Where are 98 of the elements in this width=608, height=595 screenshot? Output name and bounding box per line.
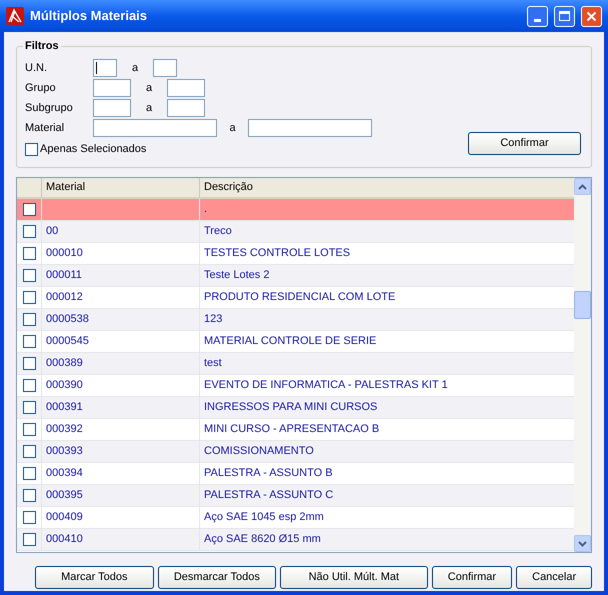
- row-checkbox[interactable]: [22, 401, 36, 414]
- row-checkbox[interactable]: [22, 203, 36, 216]
- range-separator: a: [132, 60, 138, 76]
- input-field[interactable]: [93, 79, 131, 97]
- row-checkbox[interactable]: [22, 445, 36, 458]
- minimize-button[interactable]: [527, 6, 548, 26]
- range-separator: a: [229, 120, 236, 136]
- table-row[interactable]: 0000545 MATERIAL CONTROLE DE SERIE: [17, 331, 574, 353]
- field-label: U.N.: [25, 60, 48, 76]
- scroll-thumb[interactable]: [574, 291, 591, 319]
- range-separator: a: [146, 80, 152, 96]
- table-row[interactable]: 000389 test: [17, 353, 574, 375]
- table-cell-text: 000390: [46, 378, 83, 394]
- input-field[interactable]: [93, 59, 117, 77]
- table-cell-text: 000392: [46, 422, 83, 438]
- table-row[interactable]: .: [17, 199, 574, 221]
- table-row[interactable]: 000393 COMISSIONAMENTO: [17, 441, 574, 463]
- row-checkbox[interactable]: [22, 423, 36, 436]
- table-cell-text: MATERIAL CONTROLE DE SERIE: [204, 334, 376, 350]
- table-cell-text: Aço SAE 1045 esp 2mm: [204, 510, 324, 526]
- input-field[interactable]: [167, 79, 205, 97]
- table-cell-text: Teste Lotes 2: [204, 268, 270, 284]
- table-row[interactable]: 0000538 123: [17, 309, 574, 331]
- dialog-button[interactable]: Desmarcar Todos: [158, 566, 276, 589]
- table-cell-text: PALESTRA - ASSUNTO C: [204, 488, 334, 504]
- table-row[interactable]: 000409 Aço SAE 1045 esp 2mm: [17, 507, 574, 529]
- field-label: Grupo: [25, 80, 57, 96]
- table-cell-text: EVENTO DE INFORMATICA - PALESTRAS KIT 1: [204, 378, 448, 394]
- table-cell-text: 000389: [46, 356, 83, 372]
- table-cell-text: INGRESSOS PARA MINI CURSOS: [204, 400, 378, 416]
- table-row[interactable]: 000394 PALESTRA - ASSUNTO B: [17, 463, 574, 485]
- table-cell-text: Treco: [204, 224, 232, 240]
- row-checkbox[interactable]: [22, 511, 36, 524]
- input-field[interactable]: [153, 59, 177, 77]
- dialog-button[interactable]: Cancelar: [516, 566, 592, 589]
- scroll-down-icon[interactable]: [574, 535, 591, 552]
- table-row[interactable]: 00 Treco: [17, 221, 574, 243]
- dialog-button[interactable]: Não Util. Múlt. Mat: [280, 566, 428, 589]
- table-cell-text: 123: [204, 312, 222, 328]
- table-cell-text: 000394: [46, 466, 83, 482]
- input-field[interactable]: [93, 99, 131, 117]
- table-cell-text: 000010: [46, 246, 83, 262]
- row-checkbox[interactable]: [22, 313, 36, 326]
- row-checkbox[interactable]: [22, 467, 36, 480]
- row-checkbox[interactable]: [22, 225, 36, 238]
- window-title: Múltiplos Materiais: [30, 7, 148, 26]
- table-cell-text: 000409: [46, 510, 83, 526]
- row-checkbox[interactable]: [22, 489, 36, 502]
- table-cell-text: 000410: [46, 532, 83, 548]
- dialog-button[interactable]: Marcar Todos: [35, 566, 154, 589]
- table-cell-text: TESTES CONTROLE LOTES: [204, 246, 350, 262]
- table-cell-text: test: [204, 356, 222, 372]
- table-cell-text: PRODUTO RESIDENCIAL COM LOTE: [204, 290, 396, 306]
- row-checkbox[interactable]: [22, 357, 36, 370]
- field-label: Material: [25, 120, 66, 136]
- scroll-up-icon[interactable]: [574, 178, 591, 195]
- input-field[interactable]: [167, 99, 205, 117]
- column-header[interactable]: Material: [41, 178, 199, 197]
- table-cell-text: 0000538: [46, 312, 89, 328]
- row-checkbox[interactable]: [22, 247, 36, 260]
- scrollbar[interactable]: [574, 178, 591, 552]
- checkbox[interactable]: [25, 142, 38, 156]
- table-cell-text: 000391: [46, 400, 83, 416]
- table-cell-text: .: [204, 202, 208, 218]
- table-row[interactable]: 000011 Teste Lotes 2: [17, 265, 574, 287]
- table-cell-text: MINI CURSO - APRESENTACAO B: [204, 422, 380, 438]
- row-checkbox[interactable]: [22, 269, 36, 282]
- close-button[interactable]: [581, 6, 602, 26]
- confirm-button[interactable]: Confirmar: [468, 132, 581, 155]
- row-checkbox[interactable]: [22, 335, 36, 348]
- field-label: Subgrupo: [25, 100, 74, 116]
- table-cell-text: Aço SAE 8620 Ø15 mm: [204, 532, 321, 548]
- range-separator: a: [146, 100, 152, 116]
- table-row[interactable]: 000410 Aço SAE 8620 Ø15 mm: [17, 529, 574, 551]
- table-cell-text: 000393: [46, 444, 83, 460]
- app-logo-icon: [6, 7, 24, 25]
- row-checkbox[interactable]: [22, 379, 36, 392]
- table-cell-text: 000011: [46, 268, 82, 284]
- row-checkbox[interactable]: [22, 291, 36, 304]
- table-row[interactable]: 000392 MINI CURSO - APRESENTACAO B: [17, 419, 574, 441]
- table-cell-text: PALESTRA - ASSUNTO B: [204, 466, 333, 482]
- dialog-button[interactable]: Confirmar: [432, 566, 512, 589]
- table-row[interactable]: 000395 PALESTRA - ASSUNTO C: [17, 485, 574, 507]
- input-field[interactable]: [248, 119, 372, 137]
- table-cell-text: COMISSIONAMENTO: [204, 444, 314, 460]
- table-row[interactable]: 000390 EVENTO DE INFORMATICA - PALESTRAS KIT 1: [17, 375, 574, 397]
- maximize-button[interactable]: [554, 6, 575, 26]
- close-icon: [586, 10, 597, 22]
- table-cell-text: 000395: [46, 488, 83, 504]
- table-row[interactable]: 000391 INGRESSOS PARA MINI CURSOS: [17, 397, 574, 419]
- row-checkbox[interactable]: [22, 533, 36, 546]
- checkbox-label: Apenas Selecionados: [40, 142, 146, 157]
- table-row[interactable]: 000010 TESTES CONTROLE LOTES: [17, 243, 574, 265]
- table-cell-text: 0000545: [46, 334, 89, 350]
- input-field[interactable]: [93, 119, 217, 137]
- table-row[interactable]: 000012 PRODUTO RESIDENCIAL COM LOTE: [17, 287, 574, 309]
- table-cell-text: 00: [46, 224, 58, 240]
- table-cell-text: 000012: [46, 290, 83, 306]
